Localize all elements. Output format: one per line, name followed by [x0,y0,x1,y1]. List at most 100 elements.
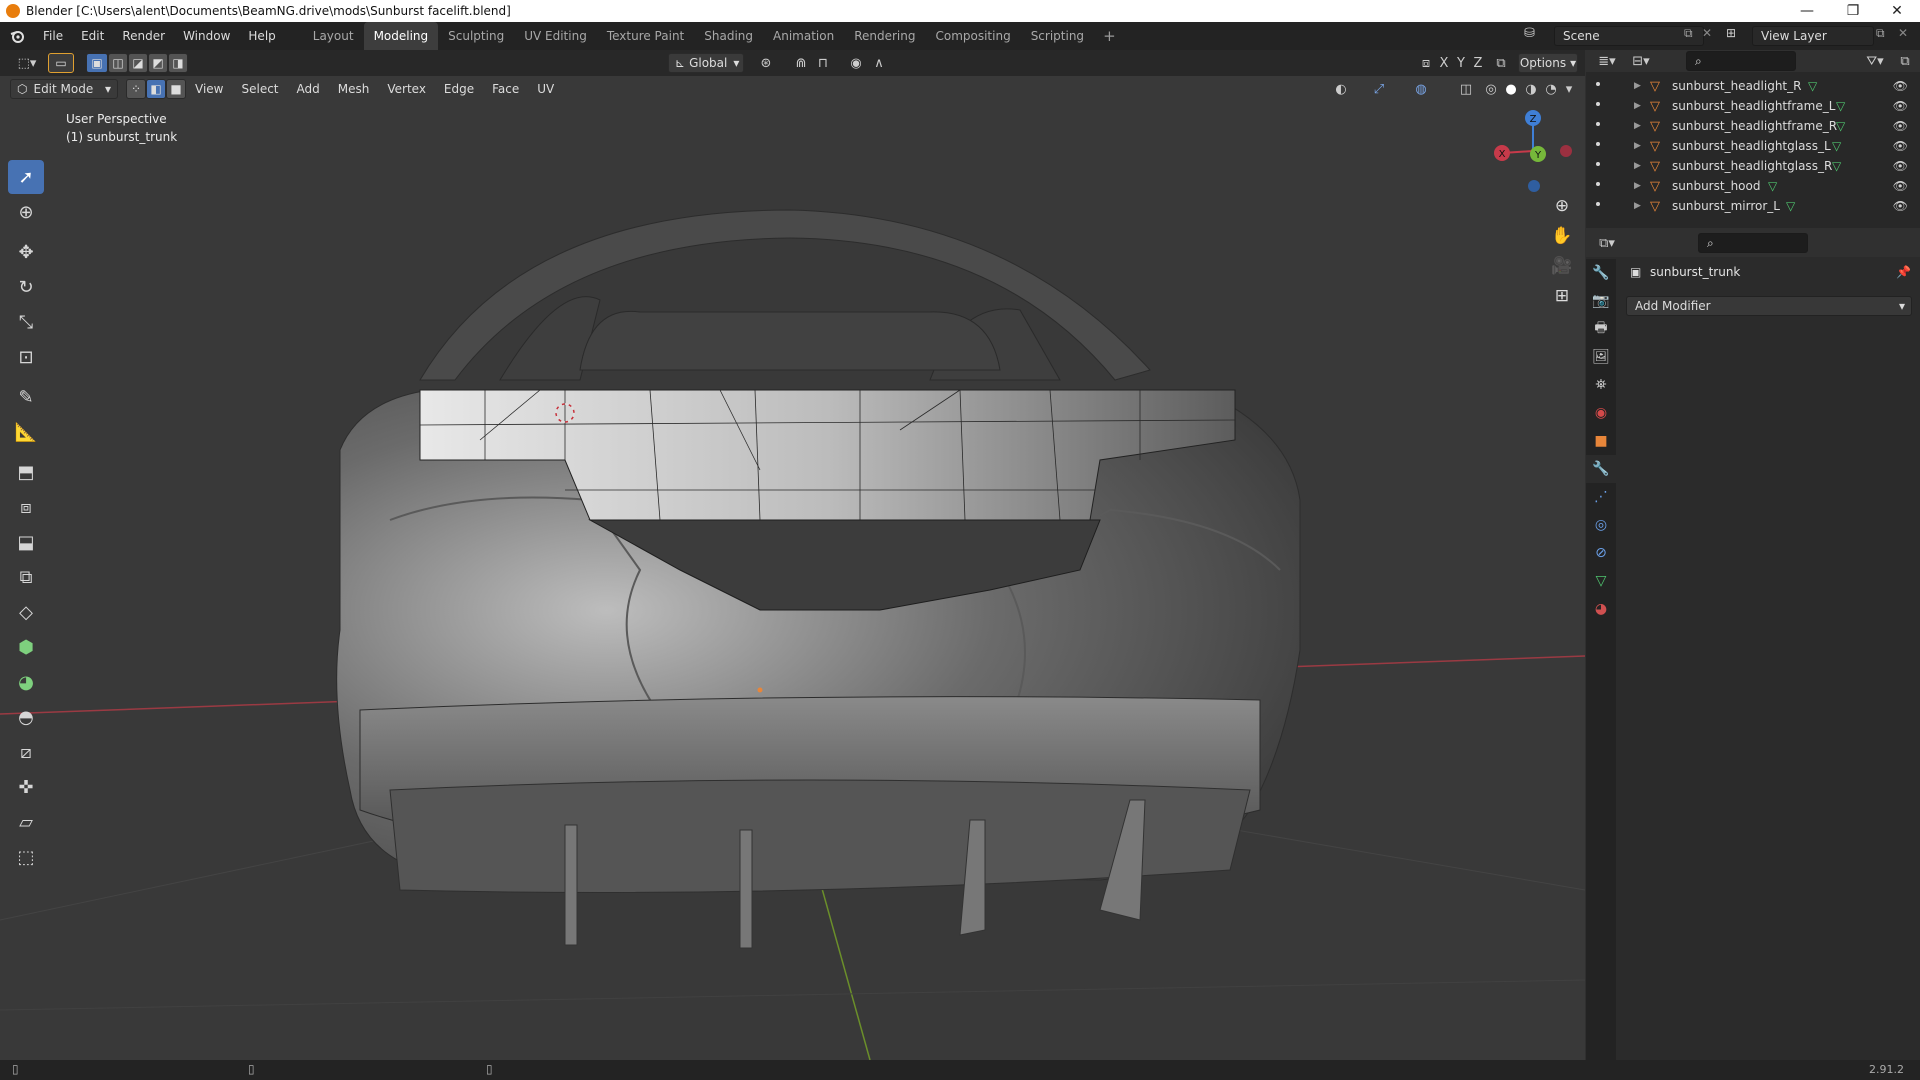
expand-icon[interactable]: ▶ [1634,121,1641,131]
expand-icon[interactable]: ▶ [1634,141,1641,151]
tab-rendering[interactable]: Rendering [844,22,925,50]
tab-animation[interactable]: Animation [763,22,844,50]
move-tool-icon[interactable]: ✥ [8,235,44,269]
menu-select[interactable]: Select [232,75,287,103]
shrink-fatten-tool-icon[interactable]: ✜ [8,770,44,804]
overlay-toggle-icon[interactable]: ◍ [1410,79,1432,99]
close-icon[interactable]: ✕ [1874,0,1920,22]
new-collection-icon[interactable]: ⧉ [1894,51,1916,71]
rotate-tool-icon[interactable]: ↻ [8,270,44,304]
mode-new-icon[interactable]: ▣ [86,53,108,73]
data-tab-icon[interactable]: ▽ [1586,567,1616,595]
menu-help[interactable]: Help [239,22,284,50]
vertex-select-icon[interactable]: ⁘ [126,79,146,99]
outliner-row[interactable]: ▶ ▽ sunburst_mirror_L ▽ 👁 [1586,196,1920,216]
loop-cut-tool-icon[interactable]: ⧉ [8,560,44,594]
transform-orientation-dropdown[interactable]: ⊾ Global ▾ [668,53,744,73]
tab-shading[interactable]: Shading [694,22,763,50]
zoom-icon[interactable]: ⊕ [1548,192,1576,220]
eye-icon[interactable]: 👁 [1893,179,1908,193]
tab-scripting[interactable]: Scripting [1021,22,1094,50]
scene-new-icon[interactable]: ⧉ [1684,26,1693,41]
mode-intersect-icon[interactable]: ◨ [168,53,188,73]
tab-modeling[interactable]: Modeling [363,22,439,50]
eye-icon[interactable]: 👁 [1893,99,1908,113]
expand-icon[interactable]: ▶ [1634,201,1641,211]
tab-uv-editing[interactable]: UV Editing [514,22,597,50]
outliner-row[interactable]: ▶ ▽ sunburst_hood ▽ 👁 [1586,176,1920,196]
display-mode-icon[interactable]: ⊟▾ [1630,51,1652,71]
rip-tool-icon[interactable]: ⬚ [8,840,44,874]
properties-search-input[interactable]: ⌕ [1698,233,1808,253]
editor-type-icon[interactable]: ⬚▾ [12,53,42,73]
render-tab-icon[interactable]: 📷 [1586,287,1616,315]
properties-editor-icon[interactable]: ⧉▾ [1596,233,1618,253]
scene-tab-icon[interactable]: ⛯ [1586,371,1616,399]
spin-tool-icon[interactable]: ◕ [8,665,44,699]
measure-tool-icon[interactable]: 📐 [8,415,44,449]
constraints-tab-icon[interactable]: ⊘ [1586,539,1616,567]
object-tab-icon[interactable]: ■ [1586,427,1616,455]
shear-tool-icon[interactable]: ▱ [8,805,44,839]
tab-compositing[interactable]: Compositing [925,22,1020,50]
tab-sculpting[interactable]: Sculpting [438,22,514,50]
annotate-tool-icon[interactable]: ✎ [8,380,44,414]
menu-vertex[interactable]: Vertex [378,75,435,103]
minimize-icon[interactable]: — [1784,0,1830,22]
visibility-icon[interactable]: ◐ [1330,79,1352,99]
add-workspace-icon[interactable]: + [1094,22,1125,50]
menu-uv[interactable]: UV [528,75,563,103]
menu-edit[interactable]: Edit [72,22,113,50]
eye-icon[interactable]: 👁 [1893,139,1908,153]
snap-icon[interactable]: ⋒ [790,53,812,73]
menu-face[interactable]: Face [483,75,528,103]
pan-hand-icon[interactable]: ✋ [1548,222,1576,250]
blender-menu-icon[interactable] [0,22,34,50]
eye-icon[interactable]: 👁 [1893,159,1908,173]
outliner-row[interactable]: ▶ ▽ sunburst_headlightframe_L ▽ 👁 [1586,96,1920,116]
tool-tab-icon[interactable]: 🔧 [1586,259,1616,287]
view-layer-field[interactable]: View Layer [1752,26,1874,46]
mirror-z-toggle[interactable]: Z [1467,53,1489,73]
menu-view[interactable]: View [186,75,232,103]
scale-tool-icon[interactable]: ⤡ [8,305,44,339]
bevel-tool-icon[interactable]: ⬓ [8,525,44,559]
shading-material-icon[interactable]: ◑ [1520,79,1542,99]
mode-dropdown[interactable]: ⬡ Edit Mode ▾ [10,79,118,99]
inset-tool-icon[interactable]: ⧈ [8,490,44,524]
camera-icon[interactable]: 🎥 [1548,252,1576,280]
edge-slide-tool-icon[interactable]: ⧄ [8,735,44,769]
select-box-icon[interactable]: ▭ [48,53,74,73]
pin-icon[interactable]: 📌 [1896,265,1911,279]
mode-invert-icon[interactable]: ◩ [148,53,168,73]
filter-icon[interactable]: ⛛▾ [1864,51,1886,71]
view-layer-delete-icon[interactable]: ✕ [1898,26,1908,40]
mode-subtract-icon[interactable]: ◪ [128,53,148,73]
expand-icon[interactable]: ▶ [1634,181,1641,191]
expand-icon[interactable]: ▶ [1634,161,1641,171]
3d-viewport[interactable]: ⬚▾ ▭ ▣ ◫ ◪ ◩ ◨ ⊾ Global ▾ ⊛ ⋒ ⊓ ◉ ∧ ⧈ X Y … [0,50,1585,1060]
xray-icon[interactable]: ◫ [1455,79,1477,99]
scene-field[interactable]: Scene [1554,26,1704,46]
transform-tool-icon[interactable]: ⊡ [8,340,44,374]
eye-icon[interactable]: 👁 [1893,79,1908,93]
smooth-tool-icon[interactable]: ◓ [8,700,44,734]
extrude-tool-icon[interactable]: ⬒ [8,455,44,489]
tab-layout[interactable]: Layout [303,22,364,50]
navigation-gizmo[interactable]: Z X Y [1488,106,1578,196]
maximize-icon[interactable]: ❐ [1830,0,1876,22]
outliner-row[interactable]: ▶ ▽ sunburst_headlightglass_R ▽ 👁 [1586,156,1920,176]
proportional-edit-icon[interactable]: ◉ [845,53,867,73]
outliner-row[interactable]: ▶ ▽ sunburst_headlightframe_R ▽ 👁 [1586,116,1920,136]
menu-window[interactable]: Window [174,22,239,50]
add-modifier-dropdown[interactable]: Add Modifier ▾ [1626,296,1912,316]
outliner-editor-icon[interactable]: ≣▾ [1596,51,1618,71]
output-tab-icon[interactable]: 🖶 [1586,315,1616,343]
particles-tab-icon[interactable]: ⋰ [1586,483,1616,511]
outliner-search-input[interactable]: ⌕ [1686,51,1796,71]
view-layer-new-icon[interactable]: ⧉ [1876,26,1885,41]
menu-add[interactable]: Add [288,75,329,103]
outliner-row[interactable]: ▶ ▽ sunburst_headlight_R ▽ 👁 [1586,76,1920,96]
cursor-tool-icon[interactable]: ⊕ [8,195,44,229]
eye-icon[interactable]: 👁 [1893,199,1908,213]
